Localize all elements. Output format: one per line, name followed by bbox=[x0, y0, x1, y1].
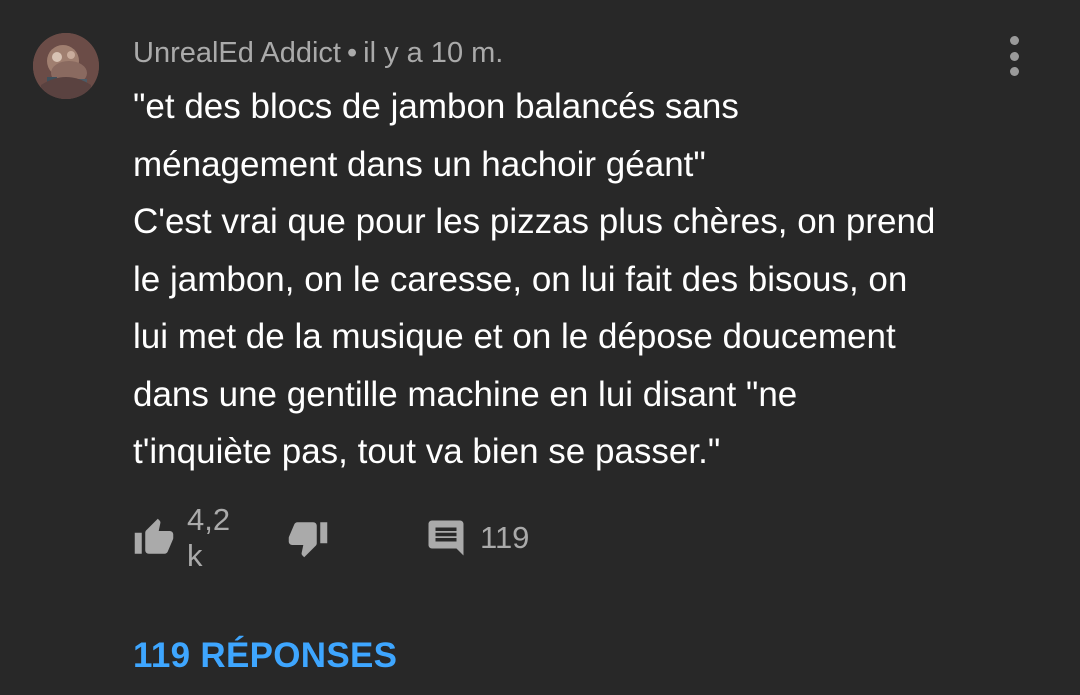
header-separator: • bbox=[346, 37, 358, 69]
like-count: 4,2 k bbox=[187, 502, 231, 573]
dislike-button[interactable] bbox=[287, 510, 329, 566]
comment-text-line: ménagement dans un hachoir géant" bbox=[133, 144, 706, 184]
comment-card: UnrealEd Addict • il y a 10 m. "et des blo… bbox=[0, 0, 1080, 695]
thumb-down-icon bbox=[288, 522, 328, 558]
comment-text-line: lui met de la musique et on le dépose do… bbox=[133, 317, 896, 356]
comment-icon bbox=[428, 520, 464, 556]
view-replies-link[interactable]: 119 RÉPONSES bbox=[133, 636, 397, 676]
comment-header: UnrealEd Addict • il y a 10 m. bbox=[133, 34, 503, 72]
comment-text: "et des blocs de jambon balancés sans mé… bbox=[133, 78, 1033, 481]
reply-count: 119 bbox=[480, 520, 530, 555]
thumb-up-icon bbox=[134, 518, 174, 554]
comment-text-line: dans une gentille machine en lui disant … bbox=[133, 374, 798, 414]
comment-text-line: le jambon, on le caresse, on lui fait de… bbox=[133, 259, 908, 299]
like-button[interactable] bbox=[133, 510, 175, 566]
more-options-button[interactable] bbox=[996, 36, 1032, 76]
reply-button[interactable] bbox=[425, 510, 467, 566]
comment-text-line: "et des blocs de jambon balancés sans bbox=[133, 87, 739, 126]
comment-text-line: t'inquiète pas, tout va bien se passer." bbox=[133, 432, 721, 471]
comment-timestamp: il y a 10 m. bbox=[363, 37, 504, 69]
comment-text-line: C'est vrai que pour les pizzas plus chèr… bbox=[133, 202, 936, 241]
author-name[interactable]: UnrealEd Addict bbox=[133, 37, 341, 69]
avatar[interactable] bbox=[33, 33, 99, 99]
avatar-image bbox=[33, 33, 99, 99]
